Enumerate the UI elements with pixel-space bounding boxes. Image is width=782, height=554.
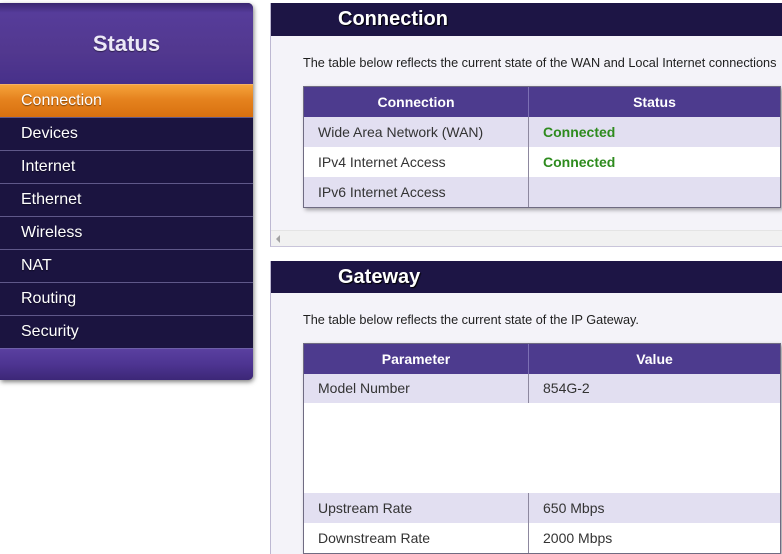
horizontal-scrollbar[interactable] [271, 230, 782, 246]
connection-panel-header: Connection [271, 3, 782, 36]
scroll-left-button[interactable] [271, 231, 287, 246]
sidebar-item-internet[interactable]: Internet [0, 150, 253, 183]
sidebar-item-label: NAT [21, 257, 52, 274]
panel-description: The table below reflects the current sta… [303, 313, 639, 327]
connection-name-cell: IPv4 Internet Access [304, 147, 529, 177]
gateway-panel: Gateway The table below reflects the cur… [270, 261, 782, 554]
column-header-status: Status [529, 87, 780, 117]
sidebar-item-security[interactable]: Security [0, 315, 253, 348]
value-cell: 854G-2 [543, 380, 590, 396]
sidebar-item-routing[interactable]: Routing [0, 282, 253, 315]
sidebar-item-wireless[interactable]: Wireless [0, 216, 253, 249]
gateway-panel-header: Gateway [271, 261, 782, 293]
table-header-row: Parameter Value [304, 344, 780, 374]
sidebar-item-label: Internet [21, 158, 76, 175]
column-header-value: Value [529, 344, 780, 374]
parameter-cell: Model Number [304, 374, 529, 403]
connection-panel: Connection The table below reflects the … [270, 3, 782, 247]
value-cell: 650 Mbps [543, 500, 605, 516]
table-row: IPv4 Internet Access Connected [304, 147, 780, 177]
parameter-cell: Downstream Rate [304, 523, 529, 553]
sidebar-item-label: Security [21, 323, 79, 340]
sidebar-item-label: Connection [21, 92, 102, 109]
table-row: Upstream Rate 650 Mbps [304, 493, 780, 523]
table-row: IPv6 Internet Access [304, 177, 780, 207]
sidebar-header: Status [0, 3, 253, 84]
sidebar-item-label: Wireless [21, 224, 83, 241]
connection-name-cell: IPv6 Internet Access [304, 177, 529, 207]
sidebar-item-nat[interactable]: NAT [0, 249, 253, 282]
sidebar-title: Status [92, 30, 161, 56]
sidebar-item-ethernet[interactable]: Ethernet [0, 183, 253, 216]
sidebar-item-label: Routing [21, 290, 77, 307]
sidebar-item-label: Devices [21, 125, 78, 142]
sidebar-item-devices[interactable]: Devices [0, 117, 253, 150]
sidebar: Status Connection Devices Internet Ether… [0, 3, 253, 380]
scroll-left-arrow-icon [276, 235, 280, 243]
column-header-connection: Connection [304, 87, 529, 117]
panel-description: The table below reflects the current sta… [303, 56, 777, 70]
gateway-table: Parameter Value Model Number 854G-2 Upst… [303, 343, 781, 554]
table-row: Wide Area Network (WAN) Connected [304, 117, 780, 147]
connection-name-cell: Wide Area Network (WAN) [304, 117, 529, 147]
table-row-blank [304, 403, 780, 493]
column-header-parameter: Parameter [304, 344, 529, 374]
status-cell: Connected [543, 124, 616, 140]
status-cell: Connected [543, 154, 616, 170]
table-row: Model Number 854G-2 [304, 374, 780, 403]
blank-cell [304, 403, 780, 493]
parameter-cell: Upstream Rate [304, 493, 529, 523]
table-header-row: Connection Status [304, 87, 780, 117]
panel-title: Connection [338, 8, 448, 30]
table-row: Downstream Rate 2000 Mbps [304, 523, 780, 553]
sidebar-item-connection[interactable]: Connection [0, 84, 253, 117]
value-cell: 2000 Mbps [543, 530, 613, 546]
sidebar-footer [0, 348, 253, 380]
panel-title: Gateway [338, 266, 421, 288]
sidebar-item-label: Ethernet [21, 191, 82, 208]
connection-table: Connection Status Wide Area Network (WAN… [303, 86, 781, 208]
status-cell [529, 177, 780, 207]
